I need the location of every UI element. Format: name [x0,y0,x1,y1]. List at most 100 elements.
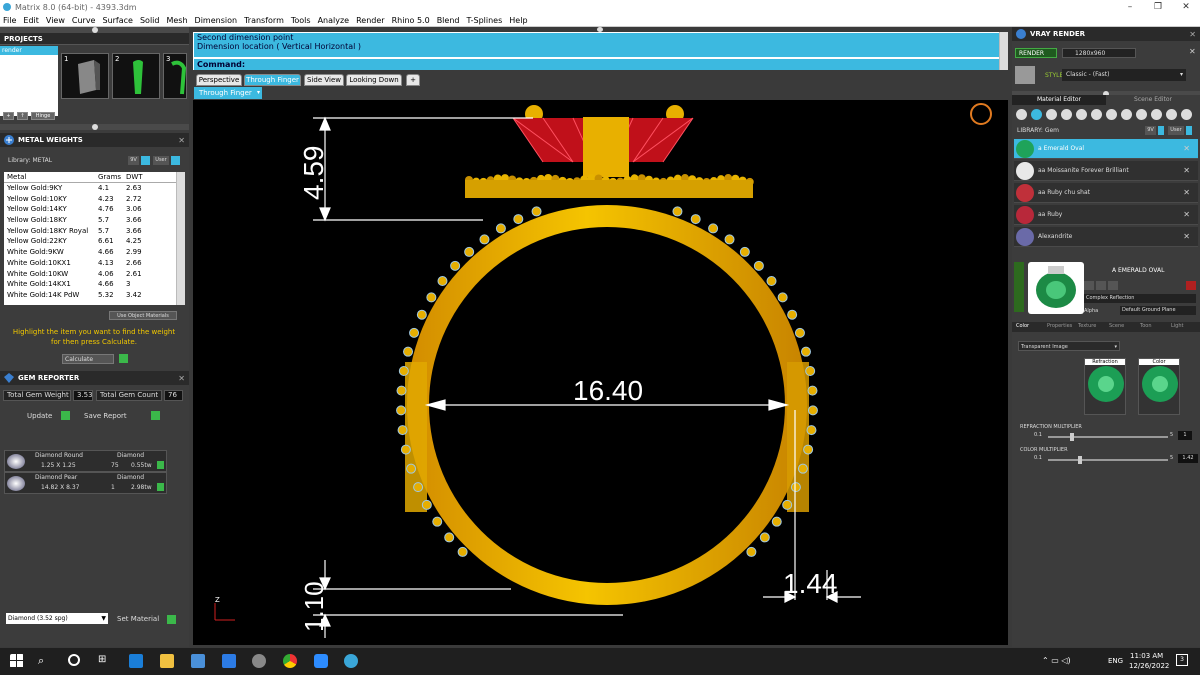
grid-icon[interactable] [1076,109,1087,120]
calculate-go-icon[interactable] [119,354,128,363]
leaf-icon[interactable] [1031,109,1042,120]
refraction-swatch[interactable]: Refraction [1084,358,1126,415]
save-report-go-icon[interactable] [151,411,160,420]
menu-curve[interactable]: Curve [72,16,96,25]
toggle-icon[interactable] [141,156,150,165]
menu-blend[interactable]: Blend [437,16,460,25]
use-object-materials-button[interactable]: Use Object Materials [109,311,177,320]
set-material-button[interactable]: Set Material [117,615,159,623]
box-icon[interactable] [1091,109,1102,120]
teapot-icon[interactable] [1166,109,1177,120]
teapot-icon[interactable] [1151,109,1162,120]
viewport[interactable]: Z 4.59 16.40 1.10 1.44 [193,100,1008,645]
task-view-icon[interactable]: ⊞ [98,654,112,668]
cortana-icon[interactable] [68,654,80,666]
material-item[interactable]: aa Moissanite Forever Brilliant ✕ [1014,161,1198,181]
menu-tools[interactable]: Tools [291,16,311,25]
material-item[interactable]: aa Ruby chu shat ✕ [1014,183,1198,203]
close-icon[interactable]: ✕ [1189,47,1196,56]
color-swatch[interactable]: Color [1138,358,1180,415]
table-row[interactable]: Yellow Gold:18KY 5.7 3.66 [4,215,176,226]
chrome-icon[interactable] [283,654,297,668]
reflection-select[interactable]: Complex Reflection [1084,294,1196,303]
rhino-icon[interactable] [252,654,266,668]
gem-row[interactable]: Diamond Round 1.25 X 1.25 Diamond 75 0.55tw [4,450,167,472]
toggle-icon[interactable] [1158,126,1164,135]
close-icon[interactable]: ✕ [1183,144,1190,153]
minimize-button[interactable]: – [1118,0,1142,14]
hinge-button[interactable]: Hinge [31,112,55,120]
subtab-toon[interactable]: Toon [1140,323,1152,329]
table-row[interactable]: White Gold:10KW 4.06 2.61 [4,268,176,279]
menu-rhino[interactable]: Rhino 5.0 [392,16,430,25]
menu-help[interactable]: Help [509,16,527,25]
library-9v-button[interactable]: 9V [1145,126,1156,135]
maximize-button[interactable]: ❐ [1146,0,1170,14]
command-scrollbar[interactable] [999,32,1008,70]
table-row[interactable]: White Gold:9KW 4.66 2.99 [4,247,176,258]
calculate-button[interactable]: Calculate [62,354,114,364]
material-item[interactable]: aa Ruby ✕ [1014,205,1198,225]
set-material-go-icon[interactable] [167,615,176,624]
windows-start-icon[interactable] [10,654,24,668]
layer-select[interactable]: Transparent Image ▾ [1018,341,1120,351]
tab-perspective[interactable]: Perspective [196,74,242,86]
close-icon[interactable]: ✕ [178,374,185,383]
mail-icon[interactable] [222,654,236,668]
folder-icon[interactable] [160,654,174,668]
bulb-icon[interactable] [1181,109,1192,120]
render-button[interactable]: RENDER [1015,48,1057,58]
cube-icon[interactable] [1106,109,1117,120]
toggle-icon[interactable] [171,156,180,165]
zoom-icon[interactable] [314,654,328,668]
project-thumbnail[interactable]: 1 [61,53,109,99]
library-9v-button[interactable]: 9V [128,156,139,165]
material-select[interactable]: Diamond (3.52 spg) ▼ [6,613,108,624]
tab-looking-down[interactable]: Looking Down [346,74,402,86]
material-item[interactable]: Alexandrite ✕ [1014,227,1198,247]
table-row[interactable]: Yellow Gold:22KY 6.61 4.25 [4,236,176,247]
ring-icon[interactable] [970,100,992,125]
close-icon[interactable]: ✕ [1183,232,1190,241]
tile-icon[interactable] [1121,109,1132,120]
tab-side-view[interactable]: Side View [304,74,344,86]
refraction-slider[interactable]: 0.1 5 1 [1018,431,1198,442]
palette-icon[interactable] [1046,109,1057,120]
edge-icon[interactable] [129,654,143,668]
command-input[interactable]: Command: [194,58,999,70]
tab-material-editor[interactable]: Material Editor [1012,95,1106,105]
add-tab-button[interactable]: + [406,74,420,86]
library-user-button[interactable]: User [153,156,169,165]
close-icon[interactable]: ✕ [1183,210,1190,219]
menu-file[interactable]: File [3,16,16,25]
table-row[interactable]: Yellow Gold:10KY 4.23 2.72 [4,193,176,204]
subtab-properties[interactable]: Properties [1047,323,1072,329]
close-icon[interactable]: ✕ [1183,166,1190,175]
subtab-color[interactable]: Color [1016,323,1029,329]
gem-row[interactable]: Diamond Pear 14.82 X 8.37 Diamond 1 2.98tw [4,472,167,494]
table-row[interactable]: Yellow Gold:18KY Royal 5.7 3.66 [4,225,176,236]
tab-scene-editor[interactable]: Scene Editor [1106,95,1200,105]
language-indicator[interactable]: ENG [1108,657,1123,665]
update-button[interactable]: Update [27,412,52,420]
toggle-icon[interactable] [1186,126,1192,135]
close-icon[interactable]: ✕ [178,136,185,145]
tray-icons[interactable]: ⌃ ▭ ◁) [1042,656,1071,665]
color-slider[interactable]: 0.1 5 1.42 [1018,454,1198,465]
sphere-icon[interactable] [1061,109,1072,120]
menu-mesh[interactable]: Mesh [166,16,187,25]
subtab-scene[interactable]: Scene [1109,323,1124,329]
menu-transform[interactable]: Transform [244,16,284,25]
menu-dimension[interactable]: Dimension [195,16,238,25]
menu-surface[interactable]: Surface [102,16,132,25]
table-scrollbar[interactable] [176,172,185,305]
expand-tab[interactable] [1014,262,1024,312]
material-item[interactable]: a Emerald Oval ✕ [1014,139,1198,159]
store-icon[interactable] [191,654,205,668]
menu-view[interactable]: View [46,16,65,25]
gem-go-icon[interactable] [157,461,164,469]
resolution-select[interactable]: 1280x960 [1062,48,1136,58]
subtab-light[interactable]: Light [1171,323,1183,329]
notification-icon[interactable]: 3 [1176,654,1188,666]
close-button[interactable]: ✕ [1174,0,1198,14]
